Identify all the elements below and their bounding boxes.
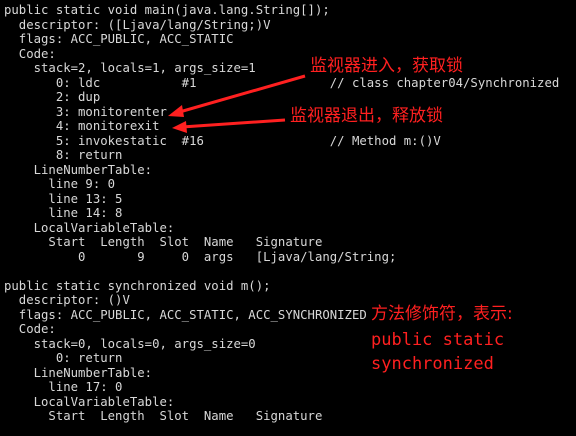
- annotation-monitor-enter: 监视器进入，获取锁: [310, 56, 463, 76]
- arrow-monitorenter-icon: [168, 74, 306, 117]
- arrow-monitorexit-icon: [172, 118, 286, 133]
- terminal-window: public static void main(java.lang.String…: [0, 0, 576, 436]
- annotation-modifier-title: 方法修饰符，表示:: [371, 304, 513, 324]
- annotation-modifier-line2: synchronized: [371, 354, 494, 374]
- annotation-modifier-line1: public static: [371, 330, 505, 350]
- annotation-monitor-exit: 监视器退出，释放锁: [290, 106, 443, 126]
